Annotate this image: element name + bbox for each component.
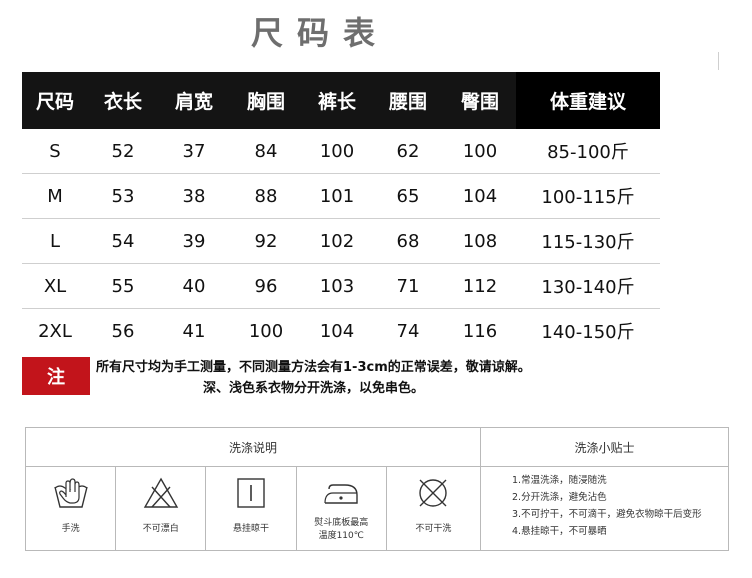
table-row: M 53 38 88 101 65 104 100-115斤 [22,174,660,219]
header-cell: 体重建议 [516,72,660,129]
table-cell: 102 [319,230,355,252]
table-cell: 41 [182,320,206,342]
table-cell: 104 [319,320,355,342]
table-cell: 74 [396,320,420,342]
care-icon-row: 手洗 不可漂白 悬挂晾干 熨斗底板最高 温度110℃ 不可干洗 [26,467,480,550]
care-icon-label: 熨斗底板最高 [314,518,369,528]
table-cell: 112 [462,275,498,297]
table-cell: 85-100斤 [547,142,629,163]
care-icon-cell: 不可干洗 [387,467,480,550]
wash-tips-list: 1.常温洗涤，随浸随洗 2.分开洗涤，避免沾色 3.不可拧干，不可滴干，避免衣物… [512,472,702,540]
no-tumble-dry-icon [419,479,448,507]
table-cell: 100 [248,320,284,342]
table-cell: 40 [182,275,206,297]
header-cell: 尺码 [35,91,74,113]
care-icon-label: 不可漂白 [142,524,179,534]
table-cell: 56 [111,320,135,342]
table-cell: 100 [462,140,498,162]
table-cell: 100 [319,140,355,162]
table-cell: 71 [396,275,420,297]
note-badge: 注 [22,357,90,395]
care-icon-cell: 不可漂白 [116,467,207,550]
wash-instructions-title: 洗涤说明 [228,440,277,455]
table-cell: 38 [182,185,206,207]
table-cell: 92 [254,230,278,252]
table-cell: 100-115斤 [541,187,635,208]
table-cell: 103 [319,275,355,297]
table-cell: 68 [396,230,420,252]
table-cell: 116 [462,320,498,342]
table-row: XL 55 40 96 103 71 112 130-140斤 [22,264,660,309]
list-item: 4.悬挂晾干，不可暴晒 [512,526,607,537]
divider [481,466,728,467]
table-cell: 84 [254,140,278,162]
note-text: 所有尺寸均为手工测量，不同测量方法会有1-3cm的正常误差，敬请谅解。 [96,360,531,375]
care-icon-cell: 熨斗底板最高 温度110℃ [297,467,387,550]
no-bleach-icon [143,477,179,508]
table-row: L 54 39 92 102 68 108 115-130斤 [22,219,660,264]
table-cell: 54 [111,230,135,252]
table-cell: S [49,140,61,162]
table-row: S 52 37 84 100 62 100 85-100斤 [22,129,660,174]
list-item: 3.不可拧干，不可滴干，避免衣物晾干后变形 [512,509,702,520]
divider [718,52,719,70]
table-cell: 55 [111,275,135,297]
table-cell: 140-150斤 [541,322,635,343]
table-cell: M [47,185,63,207]
header-cell: 腰围 [388,91,427,113]
size-table: 尺码 衣长 肩宽 胸围 裤长 腰围 臀围 体重建议 S 52 37 84 100… [22,72,660,353]
table-cell: 96 [254,275,278,297]
note-text: 深、浅色系衣物分开洗涤，以免串色。 [203,381,425,396]
table-cell: 39 [182,230,206,252]
care-icon-cell: 悬挂晾干 [206,467,297,550]
table-cell: L [49,230,61,252]
care-icon-label: 手洗 [61,524,80,534]
list-item: 2.分开洗涤，避免沾色 [512,492,607,503]
table-cell: 130-140斤 [541,277,635,298]
table-cell: 53 [111,185,135,207]
header-cell: 裤长 [317,91,356,113]
table-cell: 37 [182,140,206,162]
page-title: 尺码表 [250,14,389,52]
care-icon-cell: 手洗 [26,467,117,550]
header-cell: 臀围 [460,91,499,113]
table-row: 2XL 56 41 100 104 74 116 140-150斤 [22,309,660,353]
header-cell: 肩宽 [174,91,213,113]
list-item: 1.常温洗涤，随浸随洗 [512,475,607,486]
table-cell: 104 [462,185,498,207]
table-cell: 2XL [38,320,72,342]
hand-wash-icon [53,478,88,508]
table-cell: 88 [254,185,278,207]
table-cell: 108 [462,230,498,252]
hang-dry-icon [237,478,265,508]
care-icon-label: 悬挂晾干 [233,524,270,534]
table-cell: 101 [319,185,355,207]
table-cell: 52 [111,140,135,162]
table-cell: 115-130斤 [541,232,635,253]
care-icon-label: 温度110℃ [318,531,364,541]
care-instructions-panel: 洗涤说明 洗涤小贴士 手洗 不可漂白 悬挂晾干 熨斗底板最高 温度110℃ 不可… [25,427,729,551]
header-cell: 胸围 [246,91,285,113]
table-cell: 62 [396,140,420,162]
table-cell: 65 [396,185,420,207]
table-cell: XL [43,275,67,297]
size-table-header: 尺码 衣长 肩宽 胸围 裤长 腰围 臀围 体重建议 [22,72,660,129]
header-cell: 衣长 [103,91,142,113]
iron-icon [324,484,358,504]
care-icon-label: 不可干洗 [415,524,452,534]
wash-tips-title: 洗涤小贴士 [574,440,635,455]
